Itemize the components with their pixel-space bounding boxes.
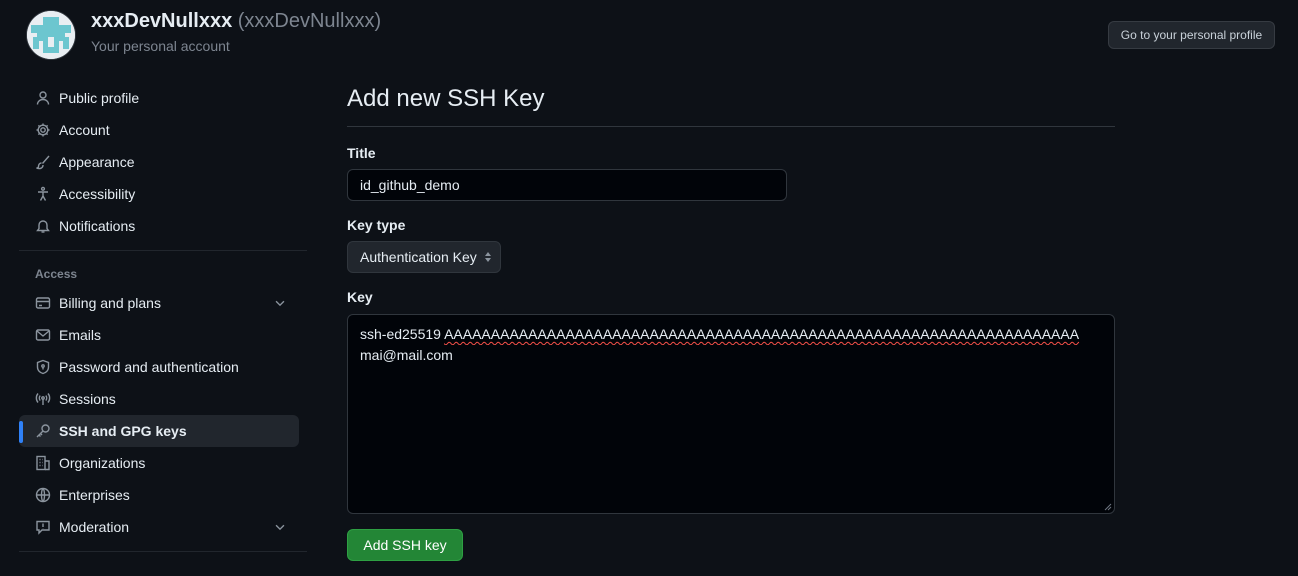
go-to-profile-button[interactable]: Go to your personal profile — [1108, 21, 1275, 49]
sidebar-item-label: Moderation — [59, 519, 130, 535]
account-name: xxxDevNullxxx (xxxDevNullxxx) — [91, 10, 381, 33]
login-name: (xxxDevNullxxx) — [237, 10, 382, 32]
key-prefix: ssh-ed25519 — [360, 326, 441, 342]
key-body: AAAAAAAAAAAAAAAAAAAAAAAAAAAAAAAAAAAAAAAA… — [444, 326, 1080, 342]
settings-sidebar: Public profile Account Appearance Access… — [19, 82, 307, 560]
sidebar-item-label: Appearance — [59, 154, 135, 170]
page-title: Add new SSH Key — [347, 85, 545, 112]
key-type-value: Authentication Key — [360, 249, 477, 265]
sidebar-item-notifications[interactable]: Notifications — [19, 210, 307, 242]
select-arrows-icon — [485, 252, 491, 262]
report-icon — [35, 519, 51, 535]
gear-icon — [35, 122, 51, 138]
organization-icon — [35, 455, 51, 471]
avatar[interactable] — [27, 11, 75, 59]
accessibility-icon — [35, 186, 51, 202]
title-input[interactable] — [347, 169, 787, 201]
sidebar-item-label: Organizations — [59, 455, 146, 471]
sidebar-item-sessions[interactable]: Sessions — [19, 383, 307, 415]
sidebar-item-label: Password and authentication — [59, 359, 239, 375]
shield-lock-icon — [35, 359, 51, 375]
sidebar-item-password-authentication[interactable]: Password and authentication — [19, 351, 307, 383]
sidebar-divider — [19, 551, 307, 552]
sidebar-item-label: Billing and plans — [59, 295, 161, 311]
sidebar-item-label: Emails — [59, 327, 102, 343]
sidebar-item-label: Public profile — [59, 90, 140, 106]
chevron-down-icon[interactable] — [273, 520, 287, 534]
sidebar-item-billing[interactable]: Billing and plans — [19, 287, 307, 319]
ssh-key-form: Add new SSH Key Title Key type Authentic… — [347, 72, 1115, 561]
sidebar-item-ssh-gpg-keys[interactable]: SSH and GPG keys — [19, 415, 299, 447]
chevron-down-icon[interactable] — [273, 296, 287, 310]
add-ssh-key-button[interactable]: Add SSH key — [347, 529, 463, 561]
key-icon — [35, 423, 51, 439]
key-type-select[interactable]: Authentication Key — [347, 241, 501, 273]
key-comment: mai@mail.com — [360, 347, 453, 363]
broadcast-icon — [35, 391, 51, 407]
mail-icon — [35, 327, 51, 343]
settings-header: xxxDevNullxxx (xxxDevNullxxx) Your perso… — [0, 0, 1298, 72]
sidebar-item-accessibility[interactable]: Accessibility — [19, 178, 307, 210]
title-label: Title — [347, 145, 376, 161]
account-type: Your personal account — [91, 38, 230, 54]
sidebar-item-label: Notifications — [59, 218, 136, 234]
credit-card-icon — [35, 295, 51, 311]
display-name: xxxDevNullxxx — [91, 10, 233, 32]
sidebar-item-label: Accessibility — [59, 186, 136, 202]
person-icon — [35, 90, 51, 106]
title-divider — [347, 126, 1115, 127]
sidebar-divider — [19, 250, 307, 251]
sidebar-item-label: SSH and GPG keys — [59, 423, 187, 439]
sidebar-item-label: Enterprises — [59, 487, 130, 503]
globe-icon — [35, 487, 51, 503]
sidebar-group-access: Access — [35, 267, 78, 281]
sidebar-item-label: Account — [59, 122, 110, 138]
key-textarea[interactable]: ssh-ed25519 AAAAAAAAAAAAAAAAAAAAAAAAAAAA… — [347, 314, 1115, 514]
sidebar-item-appearance[interactable]: Appearance — [19, 146, 307, 178]
resize-grip-icon[interactable] — [1104, 503, 1112, 511]
sidebar-item-account[interactable]: Account — [19, 114, 307, 146]
paintbrush-icon — [35, 154, 51, 170]
sidebar-item-public-profile[interactable]: Public profile — [19, 82, 307, 114]
sidebar-item-organizations[interactable]: Organizations — [19, 447, 307, 479]
sidebar-item-enterprises[interactable]: Enterprises — [19, 479, 307, 511]
sidebar-item-emails[interactable]: Emails — [19, 319, 307, 351]
bell-icon — [35, 218, 51, 234]
sidebar-item-moderation[interactable]: Moderation — [19, 511, 307, 543]
key-type-label: Key type — [347, 217, 406, 233]
key-label: Key — [347, 289, 373, 305]
sidebar-item-label: Sessions — [59, 391, 116, 407]
key-line: ssh-ed25519 AAAAAAAAAAAAAAAAAAAAAAAAAAAA… — [360, 324, 1102, 345]
